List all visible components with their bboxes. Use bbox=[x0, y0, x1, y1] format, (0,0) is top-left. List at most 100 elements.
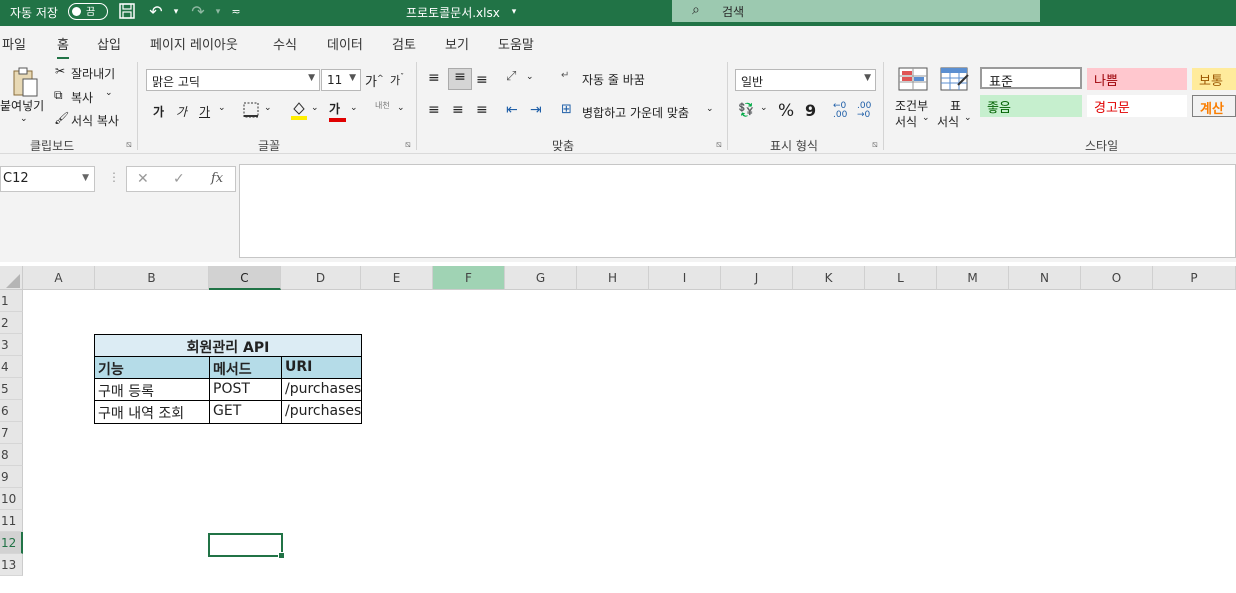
row-header-12[interactable]: 12 bbox=[0, 532, 23, 554]
conditional-formatting-label2[interactable]: 서식 bbox=[895, 113, 917, 130]
row-header-8[interactable]: 8 bbox=[0, 444, 23, 466]
tab-data[interactable]: 데이터 bbox=[327, 34, 363, 53]
style-calculation[interactable]: 계산 bbox=[1192, 95, 1236, 117]
format-painter-icon[interactable]: 🖌 bbox=[54, 111, 69, 125]
tab-page-layout[interactable]: 페이지 레이아웃 bbox=[150, 34, 238, 53]
align-center-icon[interactable]: ≡ bbox=[452, 102, 464, 118]
clipboard-launcher-icon[interactable]: ⧅ bbox=[126, 140, 132, 150]
phonetic-button[interactable]: 내천 bbox=[375, 100, 390, 111]
fill-color-dropdown-icon[interactable]: ⌄ bbox=[311, 103, 319, 113]
cut-icon[interactable]: ✂ bbox=[55, 64, 65, 78]
column-header-k[interactable]: K bbox=[793, 266, 865, 290]
underline-button[interactable]: 가 bbox=[199, 103, 210, 120]
formula-input[interactable] bbox=[239, 164, 1236, 258]
tab-help[interactable]: 도움말 bbox=[498, 34, 534, 53]
wrap-text-button[interactable]: 자동 줄 바꿈 bbox=[582, 71, 645, 88]
column-header-l[interactable]: L bbox=[865, 266, 937, 290]
column-header-c[interactable]: C bbox=[209, 266, 281, 290]
column-header-f[interactable]: F bbox=[433, 266, 505, 290]
table-cell[interactable]: /purchases bbox=[281, 400, 362, 424]
format-as-table-label1[interactable]: 표 bbox=[950, 97, 961, 114]
resize-handle-icon[interactable]: ⋮ bbox=[108, 170, 120, 184]
redo-dropdown-icon[interactable]: ▾ bbox=[208, 2, 228, 22]
row-header-7[interactable]: 7 bbox=[0, 422, 23, 444]
column-header-p[interactable]: P bbox=[1153, 266, 1236, 290]
format-as-table-label2[interactable]: 서식 bbox=[937, 113, 959, 130]
column-header-a[interactable]: A bbox=[23, 266, 95, 290]
align-top-icon[interactable]: ≡ bbox=[428, 70, 440, 86]
file-name[interactable]: 프로토콜문서.xlsx bbox=[406, 4, 500, 21]
number-format-dropdown[interactable]: 일반 ▼ bbox=[735, 69, 876, 91]
merge-center-icon[interactable]: ⊞ bbox=[561, 102, 572, 117]
orientation-dropdown-icon[interactable]: ⌄ bbox=[526, 72, 534, 82]
table-cell[interactable]: 구매 내역 조회 bbox=[94, 400, 210, 424]
redo-icon[interactable]: ↷ bbox=[188, 2, 208, 22]
font-size-dropdown[interactable]: 11 ▼ bbox=[321, 69, 361, 91]
search-box[interactable]: ⌕ 검색 bbox=[672, 0, 1040, 22]
worksheet[interactable]: ABCDEFGHIJKLMNOP 1 2 3 4 5 6 7 8 9 10 11 12 13 회원관리 … bbox=[0, 266, 1236, 593]
conditional-formatting-icon[interactable] bbox=[898, 67, 928, 94]
column-header-m[interactable]: M bbox=[937, 266, 1009, 290]
font-launcher-icon[interactable]: ⧅ bbox=[405, 140, 411, 150]
row-header-4[interactable]: 4 bbox=[0, 356, 23, 378]
table-cell[interactable]: GET bbox=[209, 400, 282, 424]
active-cell-c12[interactable] bbox=[208, 533, 285, 559]
decrease-indent-icon[interactable]: ⇤ bbox=[506, 102, 518, 118]
column-header-n[interactable]: N bbox=[1009, 266, 1081, 290]
style-bad[interactable]: 나쁨 bbox=[1087, 68, 1187, 90]
column-header-i[interactable]: I bbox=[649, 266, 721, 290]
column-header-o[interactable]: O bbox=[1081, 266, 1153, 290]
header-cell-uri[interactable]: URI bbox=[281, 356, 362, 379]
undo-icon[interactable]: ↶ bbox=[146, 2, 166, 22]
underline-dropdown-icon[interactable]: ⌄ bbox=[218, 103, 226, 113]
merge-center-button[interactable]: 병합하고 가운데 맞춤 bbox=[582, 104, 689, 121]
undo-dropdown-icon[interactable]: ▾ bbox=[166, 2, 186, 22]
borders-dropdown-icon[interactable]: ⌄ bbox=[264, 103, 272, 113]
column-header-b[interactable]: B bbox=[95, 266, 209, 290]
filename-dropdown-icon[interactable]: ▾ bbox=[504, 2, 524, 22]
tab-formulas[interactable]: 수식 bbox=[273, 34, 297, 53]
row-header-10[interactable]: 10 bbox=[0, 488, 23, 510]
format-painter-button[interactable]: 서식 복사 bbox=[71, 112, 119, 129]
tab-view[interactable]: 보기 bbox=[445, 34, 469, 53]
column-header-e[interactable]: E bbox=[361, 266, 433, 290]
accounting-format-icon[interactable]: 💱 bbox=[738, 103, 754, 118]
percent-button[interactable]: % bbox=[778, 101, 794, 121]
copy-button[interactable]: 복사 bbox=[71, 89, 93, 106]
comma-button[interactable]: 9 bbox=[805, 101, 816, 120]
column-header-d[interactable]: D bbox=[281, 266, 361, 290]
decrease-font-button[interactable]: 가ˇ bbox=[390, 72, 404, 88]
column-header-g[interactable]: G bbox=[505, 266, 577, 290]
row-header-11[interactable]: 11 bbox=[0, 510, 23, 532]
tab-file[interactable]: 파일 bbox=[2, 34, 26, 53]
wrap-text-icon[interactable]: ↵ bbox=[561, 70, 569, 81]
column-header-j[interactable]: J bbox=[721, 266, 793, 290]
save-icon[interactable] bbox=[117, 2, 137, 22]
column-header-h[interactable]: H bbox=[577, 266, 649, 290]
increase-decimal-icon[interactable]: ←0.00 bbox=[833, 102, 847, 120]
table-title-cell[interactable]: 회원관리 API bbox=[94, 334, 362, 357]
font-color-dropdown-icon[interactable]: ⌄ bbox=[350, 103, 358, 113]
table-cell[interactable]: /purchases bbox=[281, 378, 362, 401]
format-as-table-icon[interactable] bbox=[940, 67, 970, 96]
increase-indent-icon[interactable]: ⇥ bbox=[530, 102, 542, 118]
decrease-decimal-icon[interactable]: .00 →0 bbox=[857, 102, 871, 120]
alignment-launcher-icon[interactable]: ⧅ bbox=[716, 140, 722, 150]
header-cell-function[interactable]: 기능 bbox=[94, 356, 210, 379]
align-bottom-icon[interactable]: ≡ bbox=[476, 72, 488, 88]
tab-insert[interactable]: 삽입 bbox=[97, 34, 121, 53]
orientation-icon[interactable]: ⤢ bbox=[506, 69, 516, 84]
copy-icon[interactable]: ⧉ bbox=[54, 88, 63, 103]
number-launcher-icon[interactable]: ⧅ bbox=[872, 140, 878, 150]
italic-button[interactable]: 가 bbox=[176, 103, 187, 120]
insert-function-icon[interactable]: fx bbox=[211, 171, 223, 186]
align-right-icon[interactable]: ≡ bbox=[476, 102, 488, 118]
row-header-2[interactable]: 2 bbox=[0, 312, 23, 334]
row-header-13[interactable]: 13 bbox=[0, 554, 23, 576]
font-name-dropdown[interactable]: 맑은 고딕 ▼ bbox=[146, 69, 320, 91]
paste-dropdown-icon[interactable]: ⌄ bbox=[20, 114, 28, 124]
enter-icon[interactable]: ✓ bbox=[173, 171, 185, 187]
align-left-icon[interactable]: ≡ bbox=[428, 102, 440, 118]
cancel-icon[interactable]: ✕ bbox=[137, 171, 149, 187]
row-header-9[interactable]: 9 bbox=[0, 466, 23, 488]
